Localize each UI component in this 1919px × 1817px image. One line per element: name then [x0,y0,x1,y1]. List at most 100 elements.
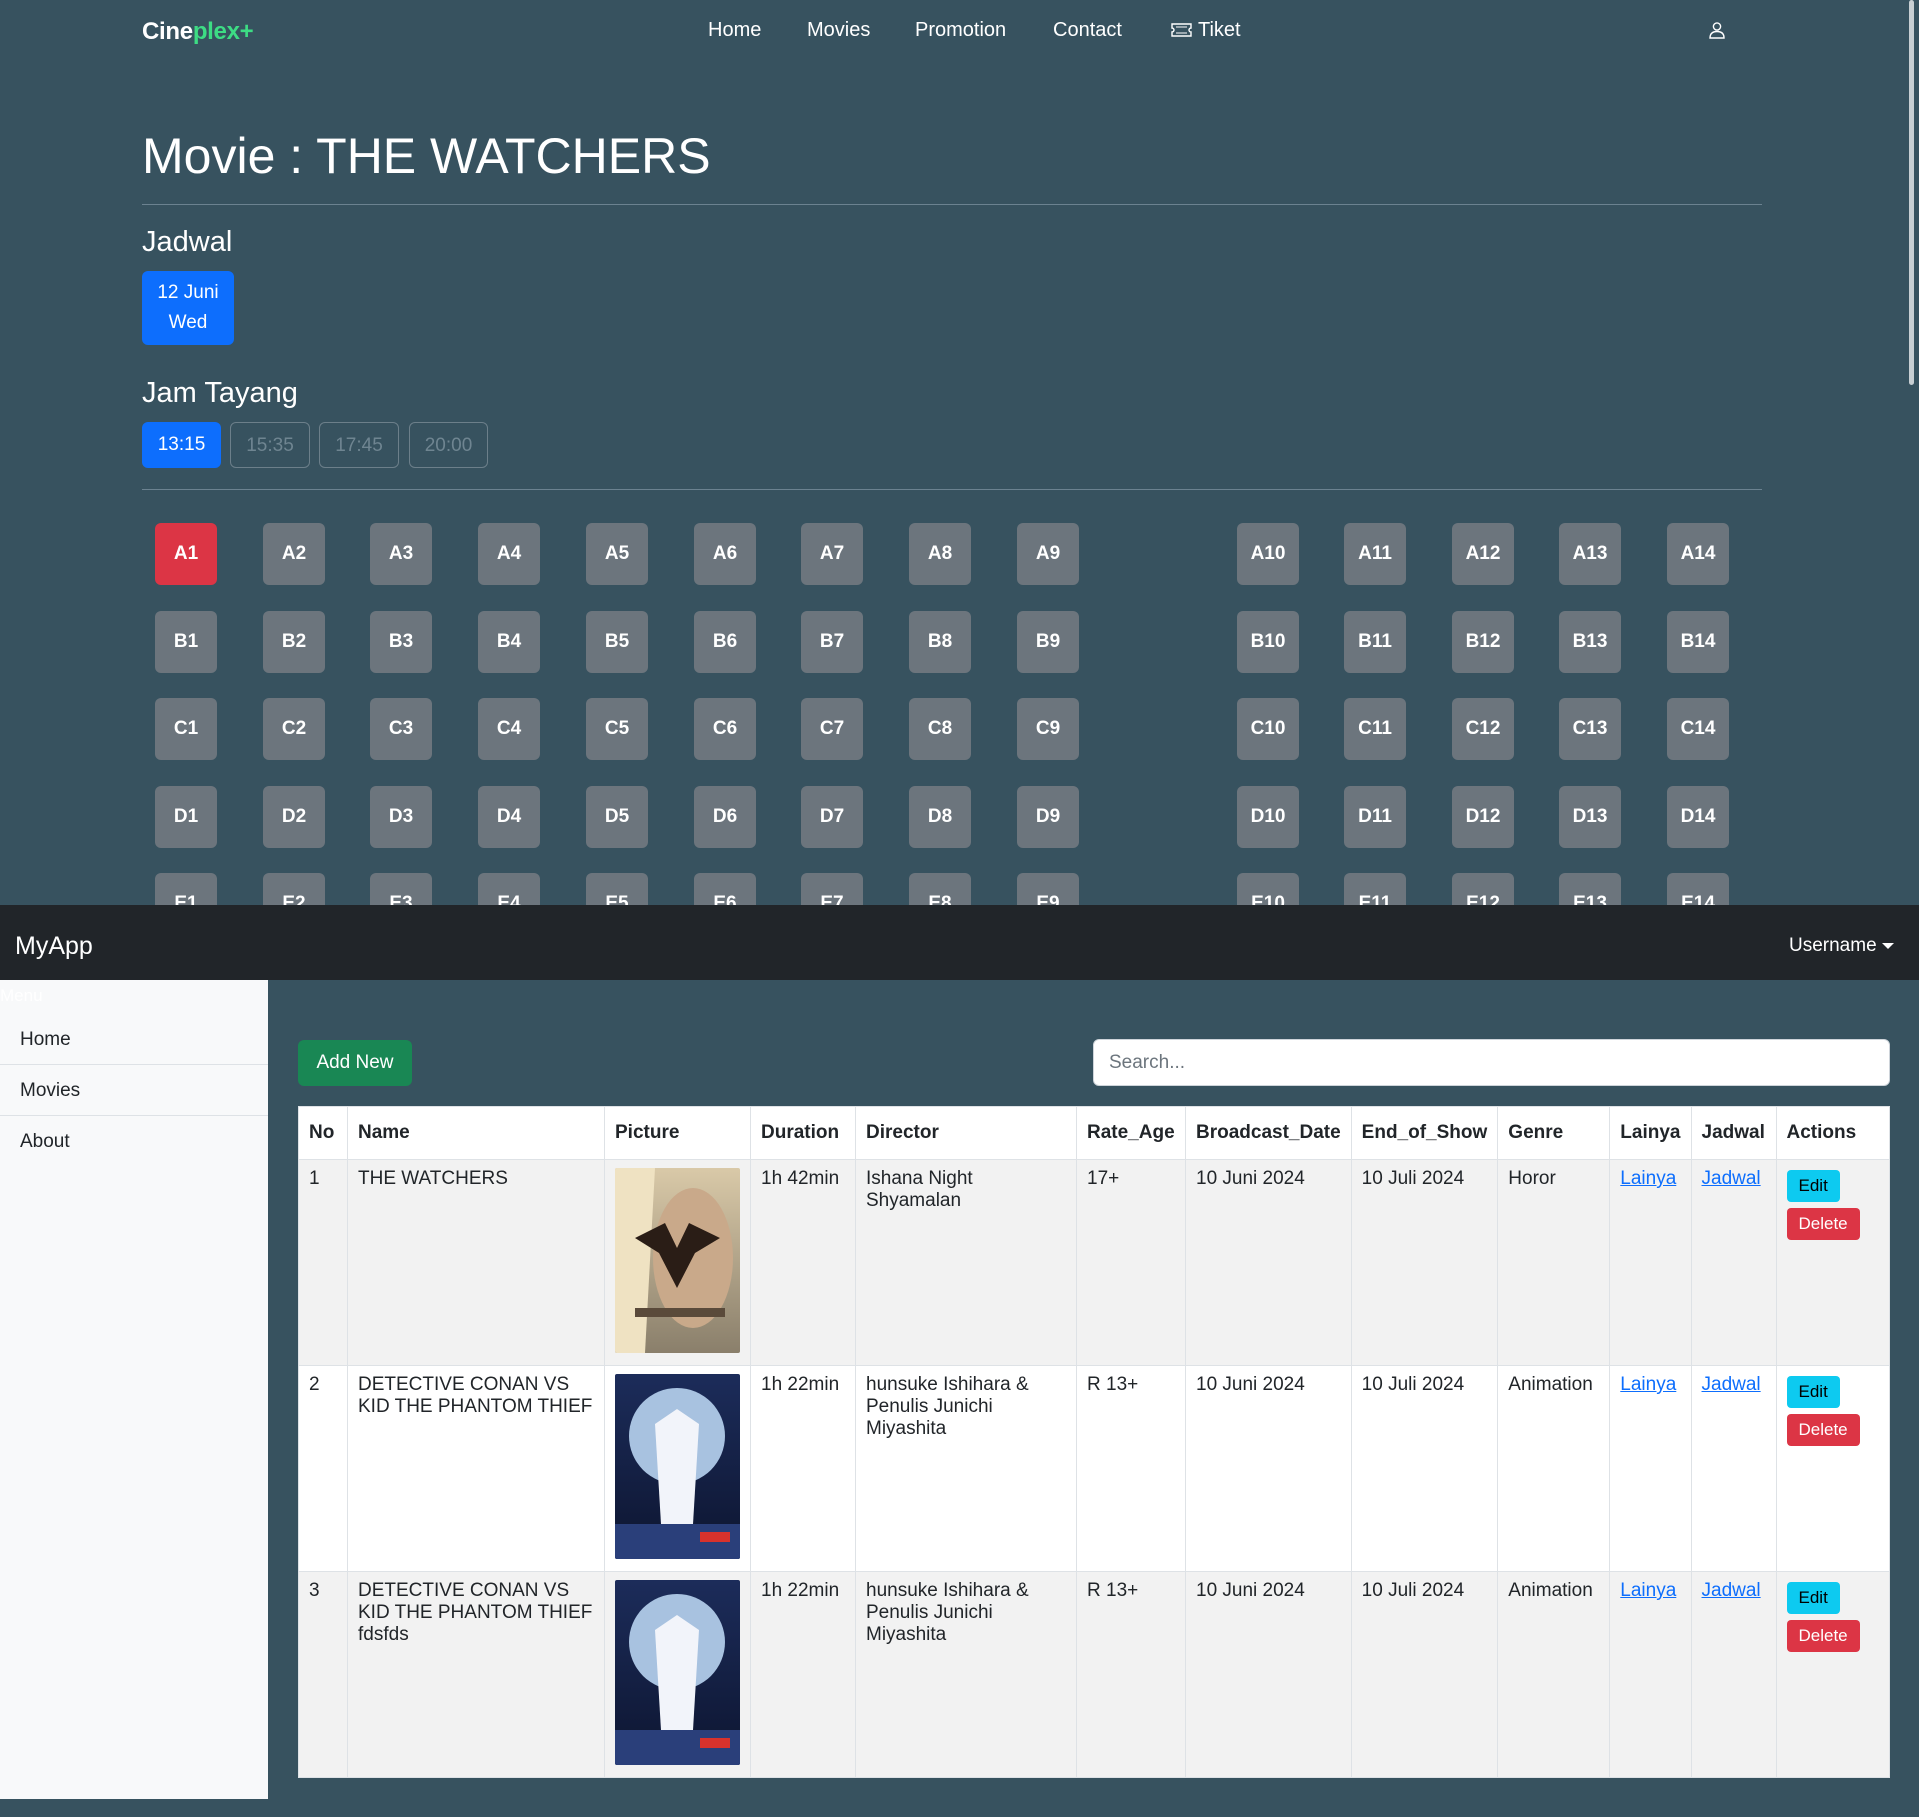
seat-b4[interactable]: B4 [478,611,540,673]
seat-d6[interactable]: D6 [694,786,756,848]
seat-c10[interactable]: C10 [1237,698,1299,760]
seat-a12[interactable]: A12 [1452,523,1514,585]
seat-c1[interactable]: C1 [155,698,217,760]
lainya-link[interactable]: Lainya [1620,1168,1676,1189]
seat-d14[interactable]: D14 [1667,786,1729,848]
seat-c3[interactable]: C3 [370,698,432,760]
seat-d13[interactable]: D13 [1559,786,1621,848]
showtime-button[interactable]: 13:15 [142,422,221,468]
add-new-button[interactable]: Add New [298,1040,412,1086]
delete-button[interactable]: Delete [1786,1208,1860,1240]
jadwal-link[interactable]: Jadwal [1702,1374,1761,1395]
seat-b2[interactable]: B2 [263,611,325,673]
seat-d3[interactable]: D3 [370,786,432,848]
seat-d5[interactable]: D5 [586,786,648,848]
seat-e14[interactable]: E14 [1667,873,1729,905]
lainya-link[interactable]: Lainya [1620,1374,1676,1395]
seat-e7[interactable]: E7 [801,873,863,905]
seat-b9[interactable]: B9 [1017,611,1079,673]
scrollbar[interactable] [1907,0,1917,905]
seat-b3[interactable]: B3 [370,611,432,673]
seat-d1[interactable]: D1 [155,786,217,848]
seat-a9[interactable]: A9 [1017,523,1079,585]
seat-e8[interactable]: E8 [909,873,971,905]
seat-a5[interactable]: A5 [586,523,648,585]
seat-e11[interactable]: E11 [1344,873,1406,905]
seat-e12[interactable]: E12 [1452,873,1514,905]
sidebar-item-about[interactable]: About [0,1117,268,1167]
seat-d9[interactable]: D9 [1017,786,1079,848]
showtime-button[interactable]: 20:00 [409,422,488,468]
seat-b5[interactable]: B5 [586,611,648,673]
user-dropdown[interactable]: Username [1789,935,1894,957]
edit-button[interactable]: Edit [1786,1376,1840,1408]
seat-a3[interactable]: A3 [370,523,432,585]
edit-button[interactable]: Edit [1786,1170,1840,1202]
nav-promotion[interactable]: Promotion [915,19,1006,42]
seat-e4[interactable]: E4 [478,873,540,905]
seat-b8[interactable]: B8 [909,611,971,673]
seat-c8[interactable]: C8 [909,698,971,760]
seat-b12[interactable]: B12 [1452,611,1514,673]
edit-button[interactable]: Edit [1786,1582,1840,1614]
nav-tiket[interactable]: Tiket [1171,19,1241,42]
seat-c5[interactable]: C5 [586,698,648,760]
seat-e2[interactable]: E2 [263,873,325,905]
date-button[interactable]: 12 Juni Wed [142,271,234,345]
delete-button[interactable]: Delete [1786,1620,1860,1652]
seat-a13[interactable]: A13 [1559,523,1621,585]
seat-b10[interactable]: B10 [1237,611,1299,673]
nav-contact[interactable]: Contact [1053,19,1122,42]
seat-a1[interactable]: A1 [155,523,217,585]
seat-c4[interactable]: C4 [478,698,540,760]
nav-movies[interactable]: Movies [807,19,870,42]
seat-a8[interactable]: A8 [909,523,971,585]
seat-d10[interactable]: D10 [1237,786,1299,848]
seat-d4[interactable]: D4 [478,786,540,848]
lainya-link[interactable]: Lainya [1620,1580,1676,1601]
seat-b1[interactable]: B1 [155,611,217,673]
user-icon[interactable] [1708,21,1726,39]
seat-c9[interactable]: C9 [1017,698,1079,760]
seat-b14[interactable]: B14 [1667,611,1729,673]
jadwal-link[interactable]: Jadwal [1702,1580,1761,1601]
seat-e13[interactable]: E13 [1559,873,1621,905]
seat-a7[interactable]: A7 [801,523,863,585]
showtime-button[interactable]: 17:45 [319,422,399,468]
seat-d12[interactable]: D12 [1452,786,1514,848]
seat-e1[interactable]: E1 [155,873,217,905]
search-input[interactable]: Search... [1093,1039,1890,1086]
seat-b13[interactable]: B13 [1559,611,1621,673]
seat-c6[interactable]: C6 [694,698,756,760]
seat-b6[interactable]: B6 [694,611,756,673]
seat-a4[interactable]: A4 [478,523,540,585]
seat-c14[interactable]: C14 [1667,698,1729,760]
seat-e3[interactable]: E3 [370,873,432,905]
admin-brand[interactable]: MyApp [15,932,93,961]
seat-e6[interactable]: E6 [694,873,756,905]
seat-a10[interactable]: A10 [1237,523,1299,585]
seat-c11[interactable]: C11 [1344,698,1406,760]
seat-a14[interactable]: A14 [1667,523,1729,585]
seat-e5[interactable]: E5 [586,873,648,905]
sidebar-item-home[interactable]: Home [0,1015,268,1065]
seat-c2[interactable]: C2 [263,698,325,760]
seat-b7[interactable]: B7 [801,611,863,673]
nav-home[interactable]: Home [708,19,761,42]
brand-logo[interactable]: Cineplex+ [142,18,254,46]
seat-c13[interactable]: C13 [1559,698,1621,760]
showtime-button[interactable]: 15:35 [230,422,310,468]
seat-b11[interactable]: B11 [1344,611,1406,673]
seat-e9[interactable]: E9 [1017,873,1079,905]
seat-d11[interactable]: D11 [1344,786,1406,848]
seat-c12[interactable]: C12 [1452,698,1514,760]
seat-a2[interactable]: A2 [263,523,325,585]
seat-c7[interactable]: C7 [801,698,863,760]
seat-d2[interactable]: D2 [263,786,325,848]
seat-d7[interactable]: D7 [801,786,863,848]
seat-a11[interactable]: A11 [1344,523,1406,585]
seat-e10[interactable]: E10 [1237,873,1299,905]
seat-a6[interactable]: A6 [694,523,756,585]
jadwal-link[interactable]: Jadwal [1702,1168,1761,1189]
seat-d8[interactable]: D8 [909,786,971,848]
